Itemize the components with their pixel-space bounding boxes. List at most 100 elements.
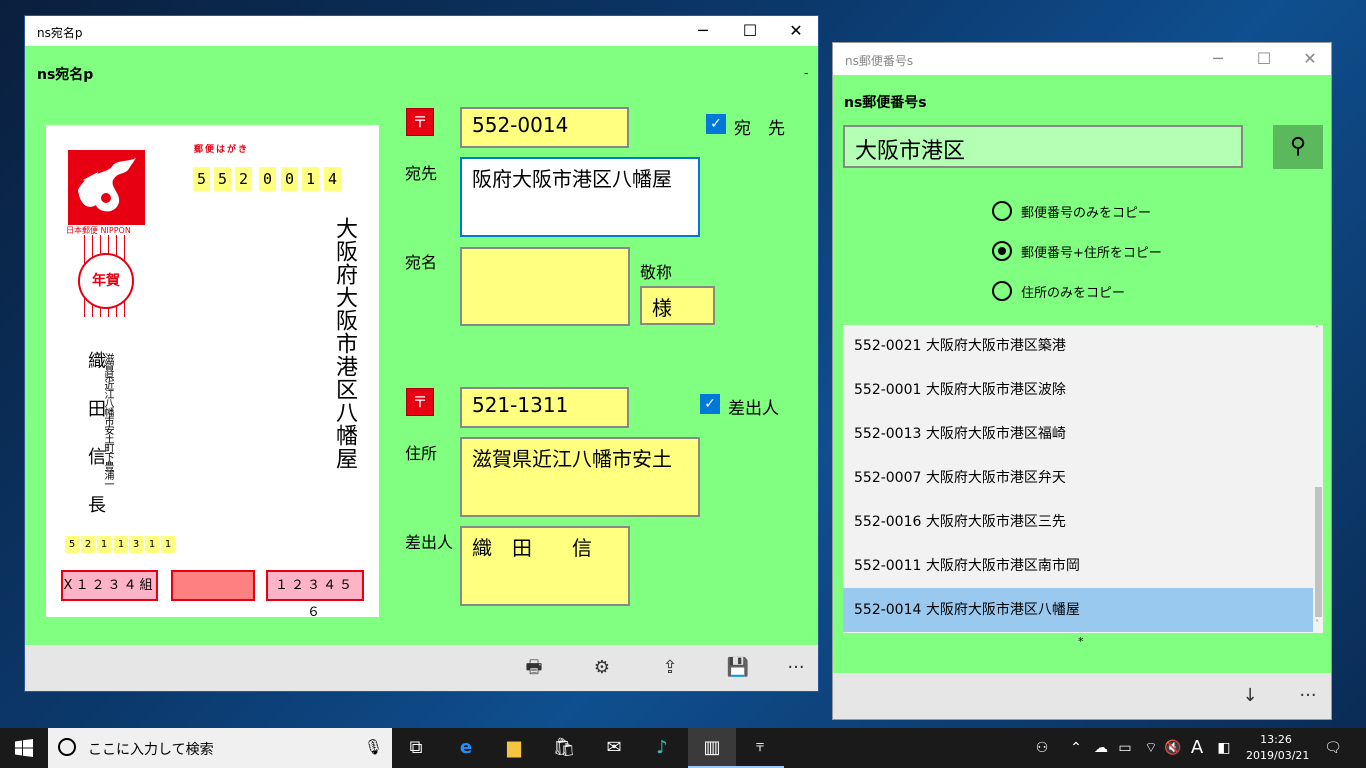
recipient-zip-field[interactable]: 552-0014 xyxy=(460,107,629,148)
store-icon[interactable]: 🛍 xyxy=(540,728,588,768)
mail-icon[interactable]: ✉ xyxy=(590,728,638,768)
minimize-icon[interactable]: ─ xyxy=(1195,43,1241,75)
maximize-icon[interactable]: ☐ xyxy=(727,16,773,46)
minimize-icon[interactable]: ─ xyxy=(680,16,726,46)
copy-mode-radio[interactable] xyxy=(992,201,1012,221)
command-bar: ↓ ··· xyxy=(833,673,1331,719)
app-title: ns宛名p xyxy=(37,67,94,83)
notification-icon[interactable]: 🗨 xyxy=(1318,728,1348,768)
stamp-image xyxy=(68,150,145,225)
scroll-down-icon[interactable]: ˅ xyxy=(1315,619,1319,628)
download-icon[interactable]: ↓ xyxy=(1235,681,1265,711)
tray-expand-icon[interactable]: ⌃ xyxy=(1066,728,1086,768)
zipcode-app-icon[interactable]: 〒 xyxy=(736,728,784,768)
taskbar: ここに入力して検索 🎙 ⧉ e ▆ 🛍 ✉ ♪ ▥ 〒 ⚇ ⌃ ☁ ▭ ⌔ 🔇 … xyxy=(0,728,1366,768)
title-bar[interactable]: ns郵便番号s ─ ☐ ✕ xyxy=(833,43,1331,75)
ime-icon[interactable]: ◧ xyxy=(1212,728,1236,768)
app-title: ns郵便番号s xyxy=(844,95,927,111)
sender-zip-digit-box: 5 xyxy=(65,536,79,553)
zip-digit-box: 4 xyxy=(324,167,341,191)
maximize-icon[interactable]: ☐ xyxy=(1241,43,1287,75)
result-list-item[interactable]: 552-0013 大阪府大阪市港区福崎 xyxy=(843,412,1313,456)
music-app-icon[interactable]: ♪ xyxy=(638,728,686,768)
copy-mode-label[interactable]: 郵便番号のみをコピー xyxy=(1021,202,1151,221)
print-icon[interactable]: 🖶 xyxy=(519,653,549,683)
postmark-circle: 年賀 xyxy=(78,253,134,309)
atena-window: ns宛名p ─ ☐ ✕ ns宛名p - 日本郵便 NIPPON 年賀 郵便はがき… xyxy=(24,15,819,692)
copy-mode-radio[interactable] xyxy=(992,281,1012,301)
task-view-icon[interactable]: ⧉ xyxy=(392,728,440,768)
close-icon[interactable]: ✕ xyxy=(773,16,819,46)
zip-digit-box: 5 xyxy=(193,167,210,191)
sender-address-field[interactable]: 滋賀県近江八幡市安土 xyxy=(460,437,700,517)
export-icon[interactable]: ⇪ xyxy=(655,653,685,683)
scroll-up-icon[interactable]: ˄ xyxy=(1315,325,1319,334)
honorific-field[interactable]: 様 xyxy=(640,286,715,325)
hagaki-label: 郵便はがき xyxy=(194,145,250,155)
result-list-item[interactable]: 552-0016 大阪府大阪市港区三先 xyxy=(843,500,1313,544)
minimize-dash[interactable]: - xyxy=(804,66,808,80)
copy-mode-radio[interactable] xyxy=(992,241,1012,261)
number-box: １２３４５６ xyxy=(266,570,364,620)
recipient-name-label: 宛名 xyxy=(405,253,438,272)
sender-checkbox[interactable]: ✓ xyxy=(700,394,720,414)
zip-digit-box: 0 xyxy=(281,167,298,191)
recipient-address-label: 宛先 xyxy=(405,164,438,183)
clock[interactable]: 13:26 2019/03/21 xyxy=(1246,732,1310,764)
sender-zip-field[interactable]: 521-1311 xyxy=(460,387,629,428)
settings-icon[interactable]: ⚙ xyxy=(587,653,617,683)
result-list-item[interactable]: 552-0021 大阪府大阪市港区築港 xyxy=(843,325,1313,368)
honorific-label: 敬称 xyxy=(640,263,673,282)
microphone-icon[interactable]: 🎙 xyxy=(364,738,383,756)
scroll-thumb[interactable] xyxy=(1315,487,1322,617)
cortana-icon xyxy=(58,738,76,756)
battery-icon[interactable]: ▭ xyxy=(1114,728,1136,768)
close-icon[interactable]: ✕ xyxy=(1287,43,1333,75)
more-button[interactable]: ··· xyxy=(1293,681,1323,711)
title-bar[interactable]: ns宛名p ─ ☐ ✕ xyxy=(25,16,818,46)
sender-postal-mark-icon[interactable]: 〒 xyxy=(406,388,434,416)
command-bar: 🖶 ⚙ ⇪ 💾 ··· xyxy=(25,645,818,691)
atena-app-icon[interactable]: ▥ xyxy=(688,728,736,768)
save-icon[interactable]: 💾 xyxy=(723,653,753,683)
volume-icon[interactable]: 🔇 xyxy=(1162,728,1184,768)
postal-mark-icon[interactable]: 〒 xyxy=(406,108,434,136)
edge-icon[interactable]: e xyxy=(442,728,490,768)
postcard-preview: 日本郵便 NIPPON 年賀 郵便はがき 5520014 大阪府大阪市港区八幡屋… xyxy=(46,125,379,620)
search-input[interactable]: 大阪市港区 xyxy=(843,125,1243,168)
ime-mode-indicator[interactable]: A xyxy=(1186,728,1208,768)
recipient-check-label: 宛 先 xyxy=(734,119,785,139)
sender-check-label: 差出人 xyxy=(728,399,779,419)
footer-mark: * xyxy=(1078,635,1084,648)
result-list[interactable]: 552-0021 大阪府大阪市港区築港 552-0001 大阪府大阪市港区波除 55… xyxy=(843,325,1323,633)
search-placeholder: ここに入力して検索 xyxy=(88,742,214,758)
copy-mode-label[interactable]: 郵便番号+住所をコピー xyxy=(1021,242,1162,261)
windows-start-icon[interactable] xyxy=(0,728,48,768)
copy-mode-label[interactable]: 住所のみをコピー xyxy=(1021,282,1125,301)
result-list-item[interactable]: 552-0011 大阪府大阪市港区南市岡 xyxy=(843,544,1313,588)
scrollbar[interactable]: ˄ ˅ xyxy=(1314,325,1323,633)
more-button[interactable]: ··· xyxy=(781,653,811,683)
result-list-item[interactable]: 552-0007 大阪府大阪市港区弁天 xyxy=(843,456,1313,500)
sender-address-label: 住所 xyxy=(405,444,438,463)
zip-digit-box: 2 xyxy=(235,167,252,191)
taskbar-search[interactable]: ここに入力して検索 🎙 xyxy=(48,728,392,768)
sender-address-vertical: 滋賀県近江八幡市安土町下豊浦一 xyxy=(102,353,113,488)
network-icon[interactable]: ⌔ xyxy=(1140,728,1162,768)
recipient-address-field[interactable]: 阪府大阪市港区八幡屋 xyxy=(460,157,700,237)
recipient-checkbox[interactable]: ✓ xyxy=(706,114,726,134)
onedrive-icon[interactable]: ☁ xyxy=(1090,728,1112,768)
sender-zip-digit-box: 1 xyxy=(145,536,159,553)
result-list-item[interactable]: 552-0001 大阪府大阪市港区波除 xyxy=(843,368,1313,412)
clock-date: 2019/03/21 xyxy=(1246,749,1310,762)
sender-zip-digit-box: 2 xyxy=(81,536,95,553)
zip-digit-box: 1 xyxy=(302,167,319,191)
recipient-name-field[interactable] xyxy=(460,247,630,326)
people-icon[interactable]: ⚇ xyxy=(1030,728,1054,768)
sender-zip-digit-box: 3 xyxy=(129,536,143,553)
search-icon[interactable]: ⚲ xyxy=(1273,125,1323,169)
result-list-item[interactable]: 552-0014 大阪府大阪市港区八幡屋 xyxy=(843,588,1313,632)
sender-name-field[interactable]: 織 田 信 xyxy=(460,526,630,606)
file-explorer-icon[interactable]: ▆ xyxy=(490,728,538,768)
sender-zip-digit-box: 1 xyxy=(161,536,175,553)
